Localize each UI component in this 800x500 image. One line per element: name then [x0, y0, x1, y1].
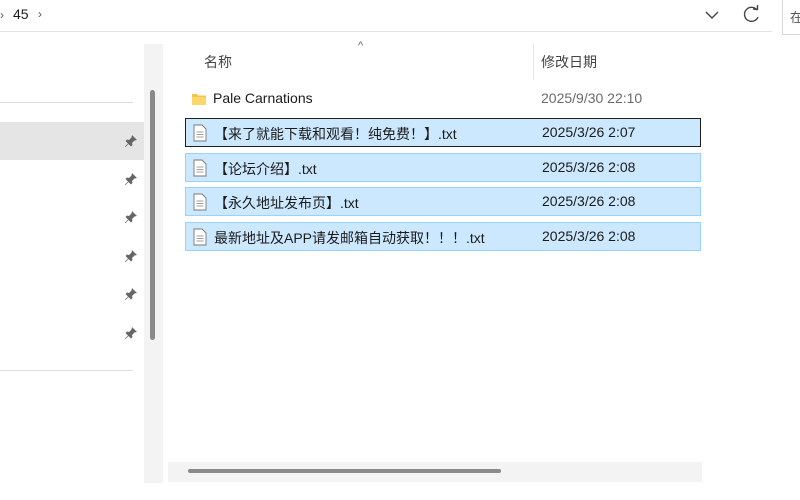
refresh-icon[interactable]: [737, 2, 765, 28]
file-name: 最新地址及APP请发邮箱自动获取！！！.txt: [214, 230, 485, 246]
quick-access-item[interactable]: [0, 198, 144, 236]
breadcrumb-item[interactable]: 45: [13, 6, 29, 22]
file-date: 2025/3/26 2:07: [542, 124, 636, 140]
navigation-pane: [0, 32, 144, 500]
file-name: Pale Carnations: [213, 90, 313, 106]
pin-icon: [125, 173, 137, 185]
text-file-icon: [193, 193, 207, 211]
pin-icon: [125, 288, 137, 300]
file-row[interactable]: 【来了就能下载和观看！纯免费！】.txt 2025/3/26 2:07: [185, 118, 701, 147]
file-date: 2025/9/30 22:10: [541, 90, 643, 106]
column-header-name[interactable]: 名称: [204, 52, 232, 72]
pin-icon: [125, 211, 137, 223]
search-placeholder: 在: [790, 10, 800, 25]
pin-icon: [125, 250, 137, 262]
pin-icon: [125, 327, 137, 339]
file-row[interactable]: 【论坛介绍】.txt 2025/3/26 2:08: [185, 153, 701, 182]
file-row[interactable]: 最新地址及APP请发邮箱自动获取！！！.txt 2025/3/26 2:08: [185, 222, 701, 251]
pin-icon: [125, 135, 137, 147]
text-file-icon: [193, 228, 207, 246]
text-file-icon: [193, 124, 207, 142]
column-separator[interactable]: [533, 44, 534, 80]
breadcrumb-chevron-icon[interactable]: ›: [38, 7, 42, 21]
file-date: 2025/3/26 2:08: [542, 228, 636, 244]
quick-access-item[interactable]: [0, 160, 144, 198]
quick-access-item[interactable]: [0, 314, 144, 352]
folder-icon: [192, 94, 206, 105]
nav-scrollbar-thumb[interactable]: [150, 90, 155, 340]
breadcrumb-chevron-icon[interactable]: ›: [0, 8, 4, 22]
quick-access-item[interactable]: [0, 122, 144, 160]
search-input[interactable]: 在: [782, 0, 800, 35]
quick-access-item[interactable]: [0, 237, 144, 275]
address-bar[interactable]: › 45 ›: [0, 0, 772, 32]
list-scrollbar-thumb[interactable]: [188, 469, 501, 473]
quick-access-item[interactable]: [0, 275, 144, 313]
file-row[interactable]: Pale Carnations 2025/9/30 22:10: [185, 85, 701, 114]
file-name: 【来了就能下载和观看！纯免费！】.txt: [214, 126, 457, 142]
file-date: 2025/3/26 2:08: [542, 159, 636, 175]
text-file-icon: [193, 159, 207, 177]
file-name: 【永久地址发布页】.txt: [214, 195, 359, 211]
details-gap: [702, 44, 800, 500]
file-row[interactable]: 【永久地址发布页】.txt 2025/3/26 2:08: [185, 187, 701, 216]
chevron-down-icon[interactable]: [700, 2, 724, 28]
file-name: 【论坛介绍】.txt: [214, 161, 317, 177]
sort-ascending-icon: ^: [358, 40, 364, 52]
nav-divider: [0, 102, 133, 103]
file-date: 2025/3/26 2:08: [542, 193, 636, 209]
nav-divider: [0, 370, 133, 371]
column-header-date[interactable]: 修改日期: [541, 52, 597, 72]
